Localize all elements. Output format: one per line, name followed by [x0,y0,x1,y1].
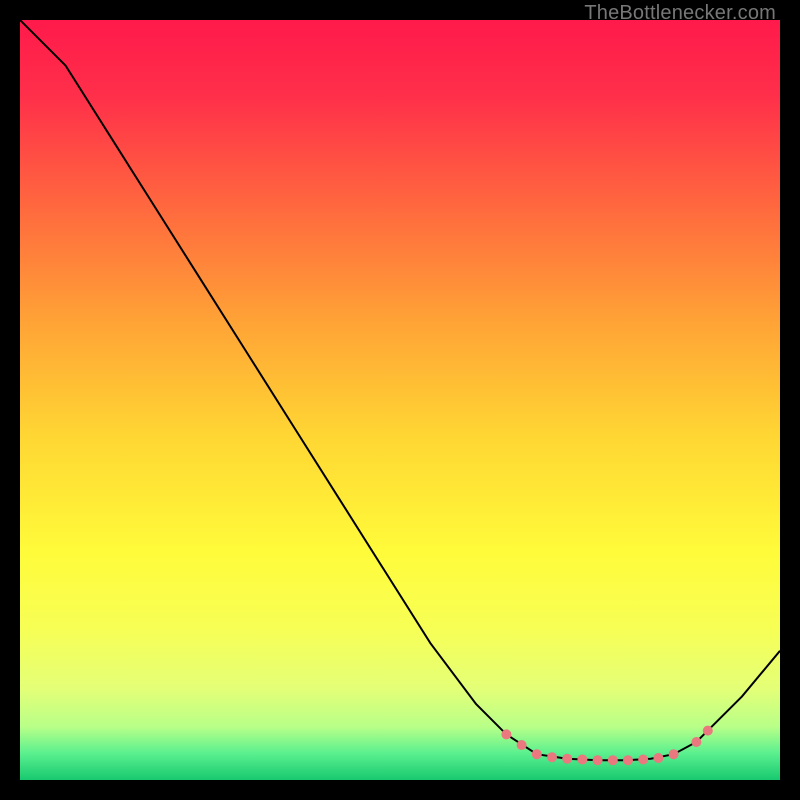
curve-marker [501,729,511,739]
curve-marker [638,755,648,765]
bottleneck-chart [20,20,780,780]
curve-marker [532,749,542,759]
curve-marker [577,755,587,765]
curve-marker [562,754,572,764]
curve-marker [623,755,633,765]
curve-marker [593,755,603,765]
gradient-background [20,20,780,780]
curve-marker [653,753,663,763]
curve-marker [547,752,557,762]
curve-marker [669,749,679,759]
curve-marker [691,737,701,747]
curve-marker [517,740,527,750]
curve-marker [608,755,618,765]
curve-marker [703,726,713,736]
